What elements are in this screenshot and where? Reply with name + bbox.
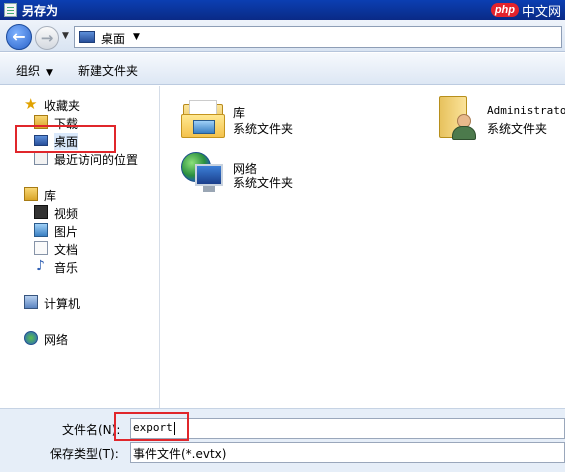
nav-libraries-label: 库 bbox=[44, 189, 57, 203]
organize-chevron-icon: ▼ bbox=[46, 68, 53, 78]
new-folder-button[interactable]: 新建文件夹 bbox=[78, 62, 138, 79]
nav-computer[interactable]: 计算机 bbox=[0, 293, 160, 311]
network-icon bbox=[181, 152, 225, 194]
nav-item-pictures[interactable]: 图片 bbox=[0, 221, 160, 239]
item-type: 系统文件夹 bbox=[233, 122, 294, 136]
list-item-libraries[interactable]: 库 系统文件夹 bbox=[181, 98, 341, 142]
nav-item-music[interactable]: ♪ 音乐 bbox=[0, 257, 160, 275]
watermark-text: 中文网 bbox=[521, 4, 561, 20]
user-folder-icon bbox=[437, 96, 477, 140]
forward-arrow-icon: → bbox=[40, 29, 54, 47]
nav-item-label: 文档 bbox=[54, 243, 79, 257]
window-title: 另存为 bbox=[22, 4, 59, 18]
organize-label: 组织 bbox=[16, 64, 41, 78]
nav-item-label: 视频 bbox=[54, 207, 79, 221]
item-name: 库 bbox=[233, 106, 246, 120]
computer-icon bbox=[24, 295, 38, 309]
nav-network[interactable]: 网络 bbox=[0, 329, 160, 347]
address-location: 桌面 bbox=[101, 32, 126, 46]
address-field[interactable]: 桌面 ▼ bbox=[74, 26, 562, 48]
nav-libraries[interactable]: 库 bbox=[0, 185, 160, 203]
nav-computer-label: 计算机 bbox=[44, 297, 81, 311]
save-dialog-icon bbox=[4, 3, 17, 17]
nav-item-videos[interactable]: 视频 bbox=[0, 203, 160, 221]
filetype-label: 保存类型(T): bbox=[50, 447, 119, 461]
filename-label: 文件名(N): bbox=[62, 423, 121, 437]
filetype-select[interactable]: 事件文件(*.evtx) bbox=[130, 442, 565, 463]
list-item-network[interactable]: 网络 系统文件夹 bbox=[181, 152, 341, 198]
title-bar: 另存为 php 中文网 bbox=[0, 0, 565, 20]
library-folder-icon bbox=[181, 100, 225, 138]
network-icon bbox=[24, 331, 38, 345]
back-button[interactable]: ← bbox=[6, 24, 32, 50]
file-list: 库 系统文件夹 Administrator 系统文件夹 网络 系统文件夹 bbox=[161, 86, 565, 408]
nav-item-label: 图片 bbox=[54, 225, 79, 239]
organize-button[interactable]: 组织 ▼ bbox=[16, 62, 53, 79]
highlight-box-desktop bbox=[15, 125, 116, 153]
highlight-box-filename bbox=[114, 412, 189, 441]
forward-button[interactable]: → bbox=[35, 26, 59, 50]
pictures-icon bbox=[34, 223, 48, 237]
watermark-logo: php 中文网 bbox=[490, 0, 561, 20]
nav-favorites-label: 收藏夹 bbox=[44, 99, 81, 113]
watermark-badge: php bbox=[490, 3, 519, 17]
nav-favorites[interactable]: ★ 收藏夹 bbox=[0, 95, 160, 114]
save-form: 文件名(N): export 保存类型(T): 事件文件(*.evtx) bbox=[0, 408, 565, 472]
address-bar: ← → ▼ 桌面 ▼ bbox=[0, 20, 565, 52]
item-name: Administrator bbox=[487, 104, 565, 117]
nav-item-label: 音乐 bbox=[54, 261, 79, 275]
video-icon bbox=[34, 205, 48, 219]
list-item-administrator[interactable]: Administrator 系统文件夹 bbox=[437, 96, 565, 142]
item-type: 系统文件夹 bbox=[233, 176, 294, 190]
back-arrow-icon: ← bbox=[12, 27, 26, 46]
documents-icon bbox=[34, 241, 48, 255]
recent-places-icon bbox=[34, 151, 48, 165]
history-chevron-icon[interactable]: ▼ bbox=[62, 31, 69, 41]
filename-input[interactable]: export bbox=[130, 418, 565, 439]
nav-item-label: 最近访问的位置 bbox=[54, 153, 139, 167]
library-icon bbox=[24, 187, 38, 201]
desktop-icon bbox=[79, 31, 95, 43]
address-chevron-icon[interactable]: ▼ bbox=[133, 32, 140, 42]
star-icon: ★ bbox=[24, 95, 38, 113]
item-type: 系统文件夹 bbox=[487, 122, 548, 136]
filetype-value: 事件文件(*.evtx) bbox=[133, 447, 227, 461]
music-icon: ♪ bbox=[36, 258, 45, 274]
nav-item-documents[interactable]: 文档 bbox=[0, 239, 160, 257]
command-toolbar: 组织 ▼ 新建文件夹 bbox=[0, 53, 565, 85]
nav-network-label: 网络 bbox=[44, 333, 69, 347]
